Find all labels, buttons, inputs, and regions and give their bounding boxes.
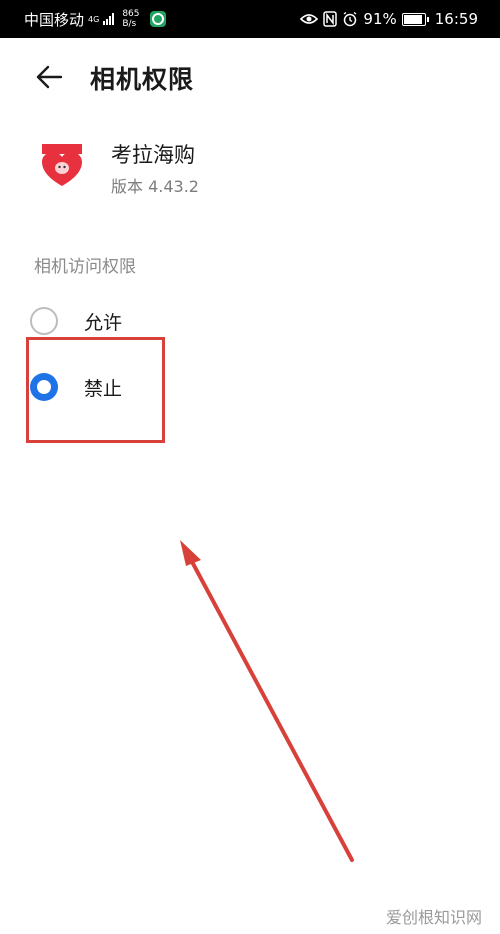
annotation-arrow (180, 540, 354, 862)
watermark: 爱创根知识网 (385, 908, 482, 927)
